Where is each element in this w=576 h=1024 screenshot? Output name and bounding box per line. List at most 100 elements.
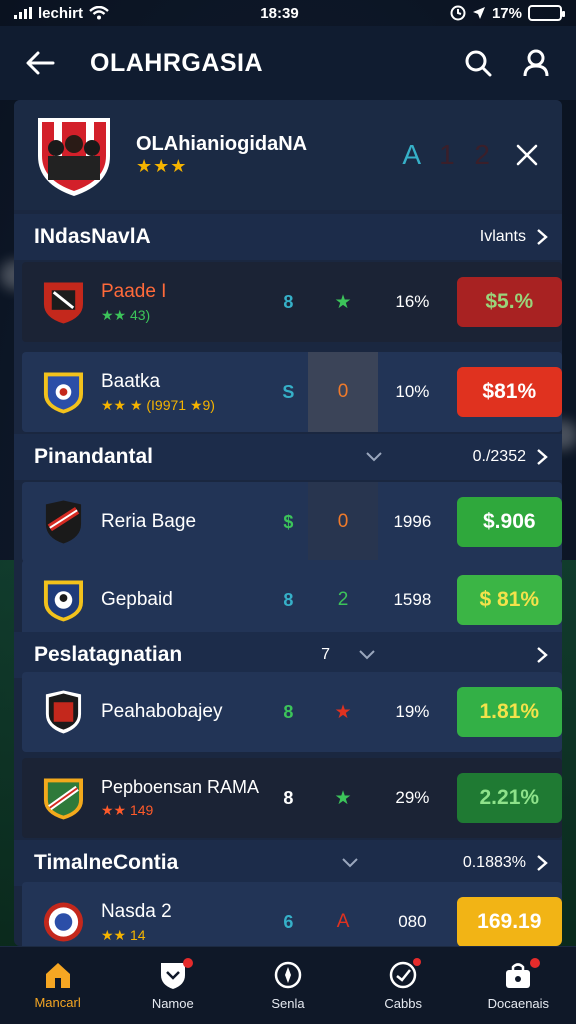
chevron-right-icon: [537, 449, 548, 465]
battery-icon: [527, 5, 565, 21]
odds-button[interactable]: $81%: [456, 367, 562, 417]
compass-icon: [274, 961, 302, 989]
stat-2: A: [336, 911, 350, 932]
home-icon: [45, 963, 70, 988]
stat-1: 6: [283, 911, 294, 932]
section-title: Peslatagnatian: [34, 643, 183, 666]
odds-button[interactable]: $ 81%: [456, 575, 562, 625]
section-value: 0./2352: [472, 448, 526, 465]
stat-1: S: [282, 381, 295, 402]
stat-percent: 19%: [395, 702, 430, 721]
nav-item-explore[interactable]: Senla: [238, 960, 338, 1011]
search-icon: [465, 50, 492, 77]
match-row[interactable]: Peahabobajey 8 ★ 19% 1.81%: [22, 672, 562, 752]
close-icon: [516, 144, 538, 166]
nav-label: Senla: [271, 996, 305, 1011]
stat-percent: 10%: [395, 382, 430, 401]
stat-2: ★: [334, 291, 352, 313]
club-crest-icon: [43, 778, 84, 820]
club-crest-icon: [45, 690, 82, 734]
team-name: OLAhianiogidaNA: [136, 133, 308, 155]
team-name: Reria Bage: [100, 511, 197, 532]
chevron-down-icon: [365, 452, 382, 462]
chevron-right-icon: [537, 855, 548, 871]
match-row[interactable]: Reria Bage $ 0 1996 $.906: [22, 482, 562, 562]
search-button[interactable]: [460, 45, 496, 81]
nav-item-teams[interactable]: Namoe: [123, 958, 223, 1011]
match-row[interactable]: Baatka ★★ ★ (I9971 ★9) S 0 10% $81%: [22, 352, 562, 432]
match-row[interactable]: Paade I ★★ 43) 8 ★ 16% $5.%: [22, 262, 562, 342]
club-crest-icon: [43, 282, 84, 324]
section-header[interactable]: Pinandantal 0./2352: [14, 434, 562, 480]
team-rating: ★★ 149: [100, 802, 154, 818]
match-info: Peahabobajey: [101, 701, 269, 723]
odds-button[interactable]: $.906: [456, 497, 562, 547]
stat-percent: 1996: [393, 512, 432, 531]
section-header[interactable]: INdasNavlA Ivlants: [14, 214, 562, 260]
stat-2: ★: [334, 787, 352, 809]
team-rating: ★★ ★ (I9971 ★9): [100, 396, 215, 413]
notification-dot: [530, 958, 541, 968]
team-name: Paade I: [100, 280, 167, 302]
match-info: Reria Bage: [101, 511, 269, 533]
match-info: Pepboensan RAMA ★★ 149: [101, 777, 269, 819]
stat-1: 8: [283, 701, 294, 722]
stat-2: 2: [337, 589, 349, 610]
bag-icon: [506, 963, 531, 988]
team-header: OLAhianiogidaNA ★★★ A 1 2: [14, 100, 562, 210]
section-title: INdasNavlA: [34, 225, 151, 248]
team-name: Pepboensan RAMA: [100, 777, 260, 797]
section-value: 0.1883%: [462, 854, 526, 871]
score-b: 1 2: [439, 139, 496, 170]
page-title: OLAHRGASIA: [90, 48, 264, 77]
section-link: Ivlants: [479, 228, 526, 245]
odds-button[interactable]: 1.81%: [456, 687, 562, 737]
stat-1: 8: [283, 787, 294, 808]
stat-1: 8: [283, 589, 294, 610]
stat-2: 0: [307, 482, 379, 562]
location-icon: [472, 7, 485, 19]
stat-percent: 1598: [393, 590, 432, 609]
match-info: Nasda 2 ★★ 14: [101, 901, 269, 944]
nav-label: Cabbs: [384, 996, 422, 1011]
section-header[interactable]: TimalneContia 0.1883%: [14, 840, 562, 886]
nav-item-bets[interactable]: Cabbs: [353, 958, 453, 1011]
profile-button[interactable]: [518, 45, 554, 81]
stat-2: ★: [334, 701, 352, 723]
nav-label: Docaenais: [487, 996, 550, 1011]
match-row[interactable]: Gepbaid 8 2 1598 $ 81%: [22, 560, 562, 640]
stat-percent: 16%: [395, 292, 430, 311]
chevron-down-icon: [359, 650, 375, 660]
battery-percent: 17%: [491, 4, 522, 22]
team-rating: ★★ 43): [100, 306, 151, 323]
match-row[interactable]: Nasda 2 ★★ 14 6 A 080 169.19: [22, 882, 562, 946]
section-title: Pinandantal: [34, 445, 154, 468]
app-bar: OLAHRGASIA: [0, 26, 576, 100]
odds-button[interactable]: 2.21%: [456, 773, 562, 823]
match-row[interactable]: Pepboensan RAMA ★★ 149 8 ★ 29% 2.21%: [22, 758, 562, 838]
alarm-icon: [450, 5, 466, 21]
bottom-nav: Mancarl Namoe Senla Cabbs Docaenais: [0, 946, 576, 1024]
stat-1: 8: [283, 291, 294, 312]
odds-button[interactable]: $5.%: [456, 277, 562, 327]
nav-item-home[interactable]: Mancarl: [8, 961, 108, 1010]
match-info: Baatka ★★ ★ (I9971 ★9): [101, 371, 269, 414]
back-button[interactable]: [22, 45, 58, 81]
chevron-right-icon: [537, 229, 548, 245]
nav-label: Namoe: [151, 996, 194, 1011]
team-rating: ★★★: [136, 156, 188, 176]
club-crest-icon: [43, 580, 84, 622]
odds-button[interactable]: 169.19: [456, 897, 562, 946]
club-crest-icon: [43, 902, 84, 942]
team-info: OLAhianiogidaNA ★★★: [136, 133, 402, 177]
club-crest-icon: [45, 500, 82, 544]
club-crest-icon: [43, 372, 84, 414]
team-name: Gepbaid: [100, 589, 173, 610]
user-icon: [523, 49, 549, 77]
nav-item-account[interactable]: Docaenais: [468, 958, 568, 1011]
close-button[interactable]: [512, 140, 542, 170]
stat-2: 0: [307, 352, 379, 432]
stat-percent: 080: [398, 912, 427, 931]
score-a: A: [402, 139, 422, 170]
stat-1: $: [283, 511, 294, 532]
